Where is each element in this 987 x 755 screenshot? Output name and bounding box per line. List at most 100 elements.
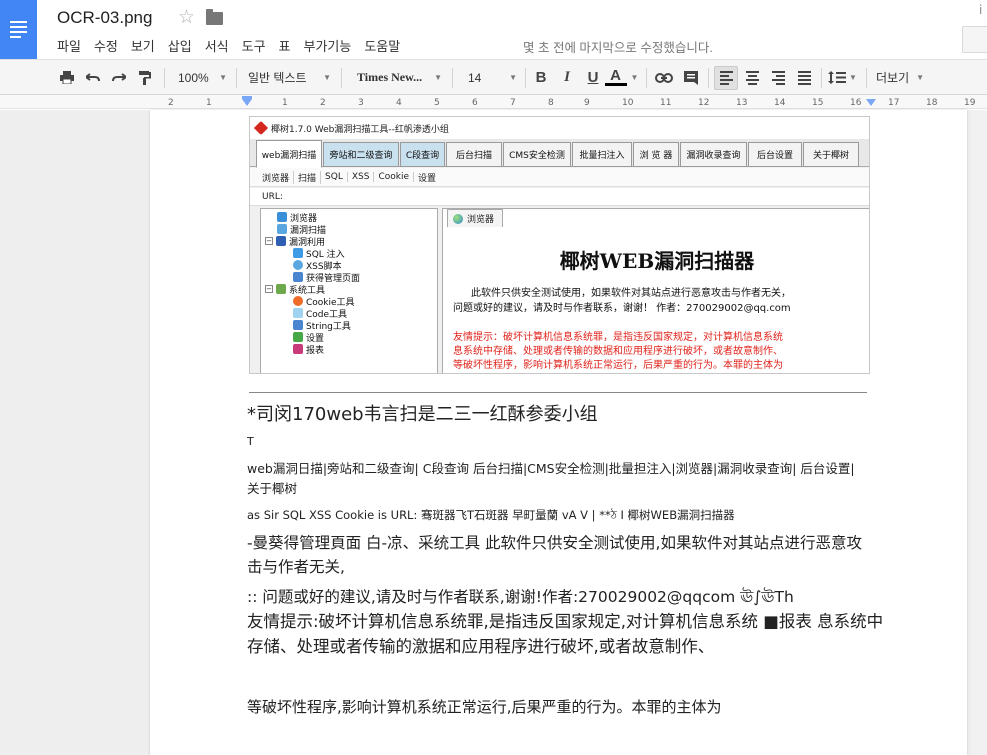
- align-right-button[interactable]: [767, 60, 789, 95]
- style-select[interactable]: 일반 텍스트 ▼: [242, 60, 334, 95]
- tree-item: 漏洞扫描: [277, 223, 326, 236]
- ruler-tick: 10: [622, 98, 634, 108]
- text-color-swatch: [604, 83, 627, 86]
- last-edit-status[interactable]: 몇 초 전에 마지막으로 수정했습니다.: [523, 37, 713, 56]
- ocr-line[interactable]: as Sir SQL XSS Cookie is URL: 骞斑器飞T石斑器 早…: [247, 507, 735, 526]
- screenshot-subtab: SQL: [321, 172, 348, 182]
- screenshot-subtab: XSS: [348, 172, 375, 182]
- document-canvas: 椰树1.7.0 Web漏洞扫描工具--红帆渗透小组 web漏洞扫描 旁站和二级查…: [0, 110, 987, 755]
- zoom-select[interactable]: 100% ▼: [172, 60, 230, 95]
- scan-icon: [277, 224, 287, 234]
- screenshot-tab: 旁站和二级查询: [323, 142, 399, 167]
- screenshot-body-line: 问题或好的建议，请及时与作者联系，谢谢！ 作者：270029002@qq.com: [453, 303, 791, 314]
- menu-help[interactable]: 도움말: [364, 36, 407, 55]
- globe-icon: [453, 213, 463, 224]
- ruler-tick: 2: [168, 98, 174, 108]
- underline-label: U: [587, 69, 599, 86]
- share-button[interactable]: [962, 26, 987, 53]
- menu-table[interactable]: 표: [279, 36, 298, 55]
- align-left-icon: [719, 71, 733, 85]
- screenshot-url-label: URL:: [262, 191, 283, 202]
- ocr-line[interactable]: web漏洞日描|旁站和二级查询| C段查询 后台扫描|CMS安全检测|批量担注入…: [247, 459, 867, 499]
- ocr-line[interactable]: :: 问题或好的建议,请及时与作者联系,谢谢!作者:270029002@qqco…: [247, 585, 877, 609]
- document-page[interactable]: 椰树1.7.0 Web漏洞扫描工具--红帆渗透小组 web漏洞扫描 旁站和二级查…: [150, 110, 967, 755]
- ruler-tick: 13: [736, 98, 748, 108]
- bold-label: B: [535, 69, 547, 86]
- screenshot-tree: 浏览器 漏洞扫描 − 漏洞利用 SQL 注入 XSS脚本 获得管理页面 − 系统工具…: [260, 208, 438, 373]
- menu-view[interactable]: 보기: [131, 36, 162, 55]
- chevron-down-icon: ▼: [219, 73, 227, 82]
- ocr-line[interactable]: 等破坏性程序,影响计算机系统正常运行,后果严重的行为。本罪的主体为: [247, 696, 722, 717]
- collapse-icon: −: [265, 237, 273, 245]
- justify-button[interactable]: [793, 60, 815, 95]
- align-right-icon: [771, 70, 785, 85]
- ruler-tick: 3: [358, 98, 364, 108]
- menu-addons[interactable]: 부가기능: [304, 36, 359, 55]
- align-center-button[interactable]: [741, 60, 763, 95]
- screenshot-body: 此软件只供安全测试使用，如果软件对其站点进行恶意攻击与作者无关， 问题或好的建议…: [453, 286, 869, 316]
- chevron-down-icon: ▼: [323, 73, 331, 82]
- comment-icon[interactable]: [680, 60, 702, 95]
- docs-logo-icon[interactable]: [0, 0, 37, 59]
- chevron-down-icon: ▼: [916, 73, 924, 82]
- account-initial[interactable]: i: [979, 3, 982, 17]
- screenshot-tab: 漏洞收录查询: [680, 142, 747, 167]
- ruler[interactable]: 2 1 1 2 3 4 5 6 7 8 9 10 11 12 13 14 15 …: [0, 95, 987, 109]
- bold-button[interactable]: B: [531, 60, 551, 95]
- menu-file[interactable]: 파일: [57, 36, 88, 55]
- scrollbar[interactable]: [971, 110, 987, 755]
- tree-item: SQL 注入: [293, 247, 345, 260]
- title-bar: OCR-03.png ☆ 파일 수정 보기 삽입 서식 도구 표 부가기능 도움…: [0, 0, 987, 59]
- ocr-line[interactable]: 友情提示:破坏计算机信息系统罪,是指违反国家规定,对计算机信息系统 ■报表 息系…: [247, 609, 887, 659]
- left-indent-handle[interactable]: [242, 99, 252, 106]
- more-label: 더보기: [876, 71, 910, 85]
- right-indent-handle[interactable]: [866, 99, 876, 106]
- menu-edit[interactable]: 수정: [94, 36, 125, 55]
- italic-label: I: [564, 69, 570, 85]
- chevron-down-icon: ▼: [630, 73, 639, 82]
- text-color-button[interactable]: A ▼: [604, 60, 640, 95]
- align-left-button[interactable]: [714, 66, 738, 90]
- ruler-tick: 2: [320, 98, 326, 108]
- align-center-icon: [745, 70, 759, 85]
- tree-item: 设置: [293, 331, 324, 344]
- link-icon[interactable]: [653, 60, 675, 95]
- undo-icon[interactable]: [82, 60, 104, 95]
- justify-icon: [797, 70, 811, 85]
- screenshot-tab: C段查询: [400, 142, 445, 167]
- menu-insert[interactable]: 삽입: [168, 36, 199, 55]
- ruler-tick: 15: [812, 98, 824, 108]
- tree-item: − 漏洞利用: [265, 235, 325, 248]
- document-title[interactable]: OCR-03.png: [57, 8, 152, 28]
- screenshot-tab: CMS安全检测: [503, 142, 571, 167]
- font-value: Times New...: [357, 70, 423, 84]
- code-icon: [293, 308, 303, 318]
- star-icon[interactable]: ☆: [178, 6, 195, 28]
- ruler-tick: 4: [396, 98, 402, 108]
- line-spacing-button[interactable]: ▼: [827, 60, 861, 95]
- print-icon[interactable]: [56, 60, 78, 95]
- screenshot-subtab: 扫描: [294, 170, 322, 184]
- menu-tools[interactable]: 도구: [242, 36, 273, 55]
- embedded-screenshot[interactable]: 椰树1.7.0 Web漏洞扫描工具--红帆渗透小组 web漏洞扫描 旁站和二级查…: [249, 116, 870, 374]
- screenshot-pane-tab: 浏览器: [447, 209, 503, 227]
- redo-icon[interactable]: [108, 60, 130, 95]
- menu-format[interactable]: 서식: [205, 36, 236, 55]
- font-select[interactable]: Times New... ▼: [351, 60, 445, 95]
- font-size-select[interactable]: 14 ▼: [462, 60, 520, 95]
- screenshot-body-line: 此软件只供安全测试使用，如果软件对其站点进行恶意攻击与作者无关，: [471, 288, 791, 299]
- italic-button[interactable]: I: [557, 60, 577, 95]
- more-button[interactable]: 더보기 ▼: [871, 60, 927, 95]
- folder-icon[interactable]: [206, 9, 223, 25]
- screenshot-subtab: 设置: [417, 173, 436, 184]
- ocr-line[interactable]: -曼葵得管理頁面 白-凉、采统工具 此软件只供安全测试使用,如果软件对其站点进行…: [247, 531, 867, 579]
- settings-icon: [293, 332, 303, 342]
- ocr-line[interactable]: T: [247, 435, 254, 448]
- screenshot-tab: web漏洞扫描: [256, 140, 322, 168]
- chevron-down-icon: ▼: [434, 73, 442, 82]
- ocr-line[interactable]: *司闵170web韦言扫是二三一红酥参委小组: [247, 400, 598, 426]
- underline-button[interactable]: U: [583, 60, 603, 95]
- screenshot-tab: 后台设置: [748, 142, 802, 167]
- paint-format-icon[interactable]: [134, 60, 156, 95]
- tree-item: 报表: [293, 343, 324, 356]
